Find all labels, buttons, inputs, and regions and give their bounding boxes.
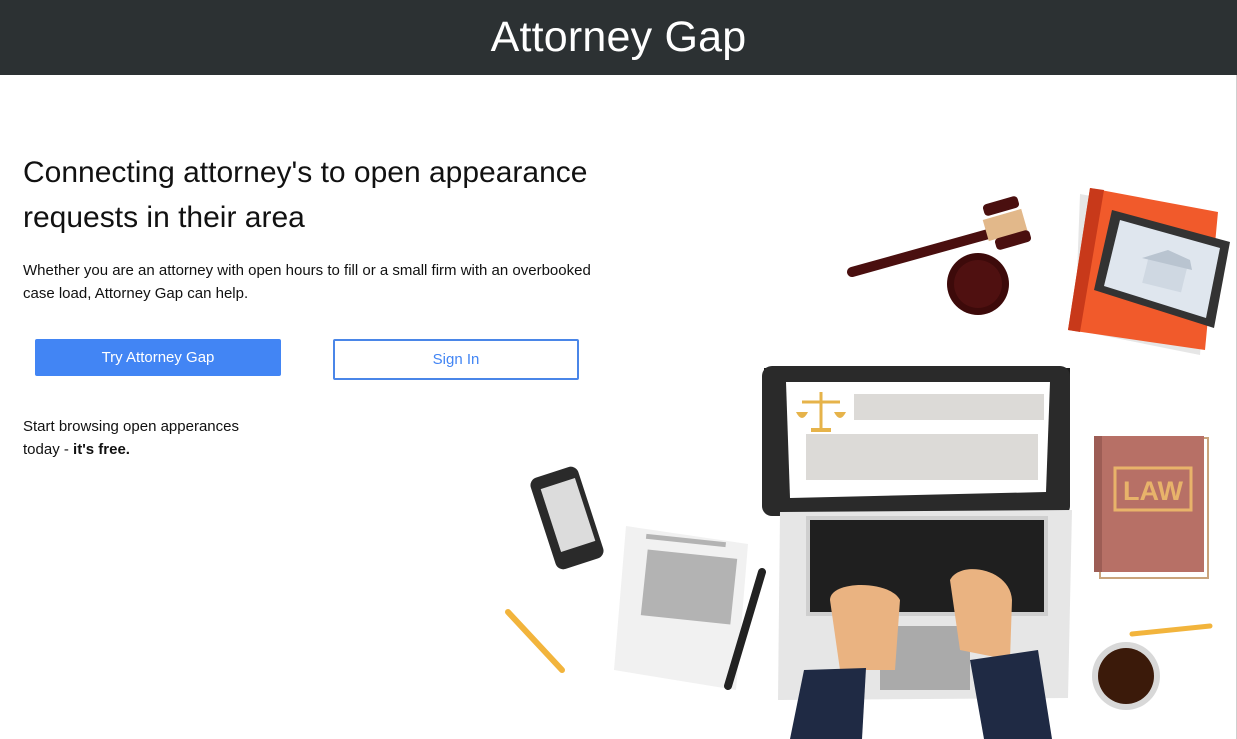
law-book-icon: LAW [1094, 436, 1209, 579]
try-attorney-gap-button[interactable]: Try Attorney Gap [35, 339, 281, 376]
browse-text: Start browsing open apperances today - i… [23, 415, 263, 461]
phone-icon [530, 466, 604, 570]
site-header: Attorney Gap [0, 0, 1237, 75]
browse-text-emphasis: it's free. [73, 441, 130, 458]
hero-illustration: LAW [505, 188, 1230, 739]
coffee-cup-icon [1092, 642, 1160, 710]
laptop-icon [762, 366, 1072, 700]
site-title: Attorney Gap [490, 13, 747, 61]
browse-text-main: Start browsing open apperances today - [23, 418, 239, 458]
document-icon [614, 526, 748, 690]
gavel-icon [847, 196, 1032, 315]
law-book-label: LAW [1123, 476, 1184, 506]
